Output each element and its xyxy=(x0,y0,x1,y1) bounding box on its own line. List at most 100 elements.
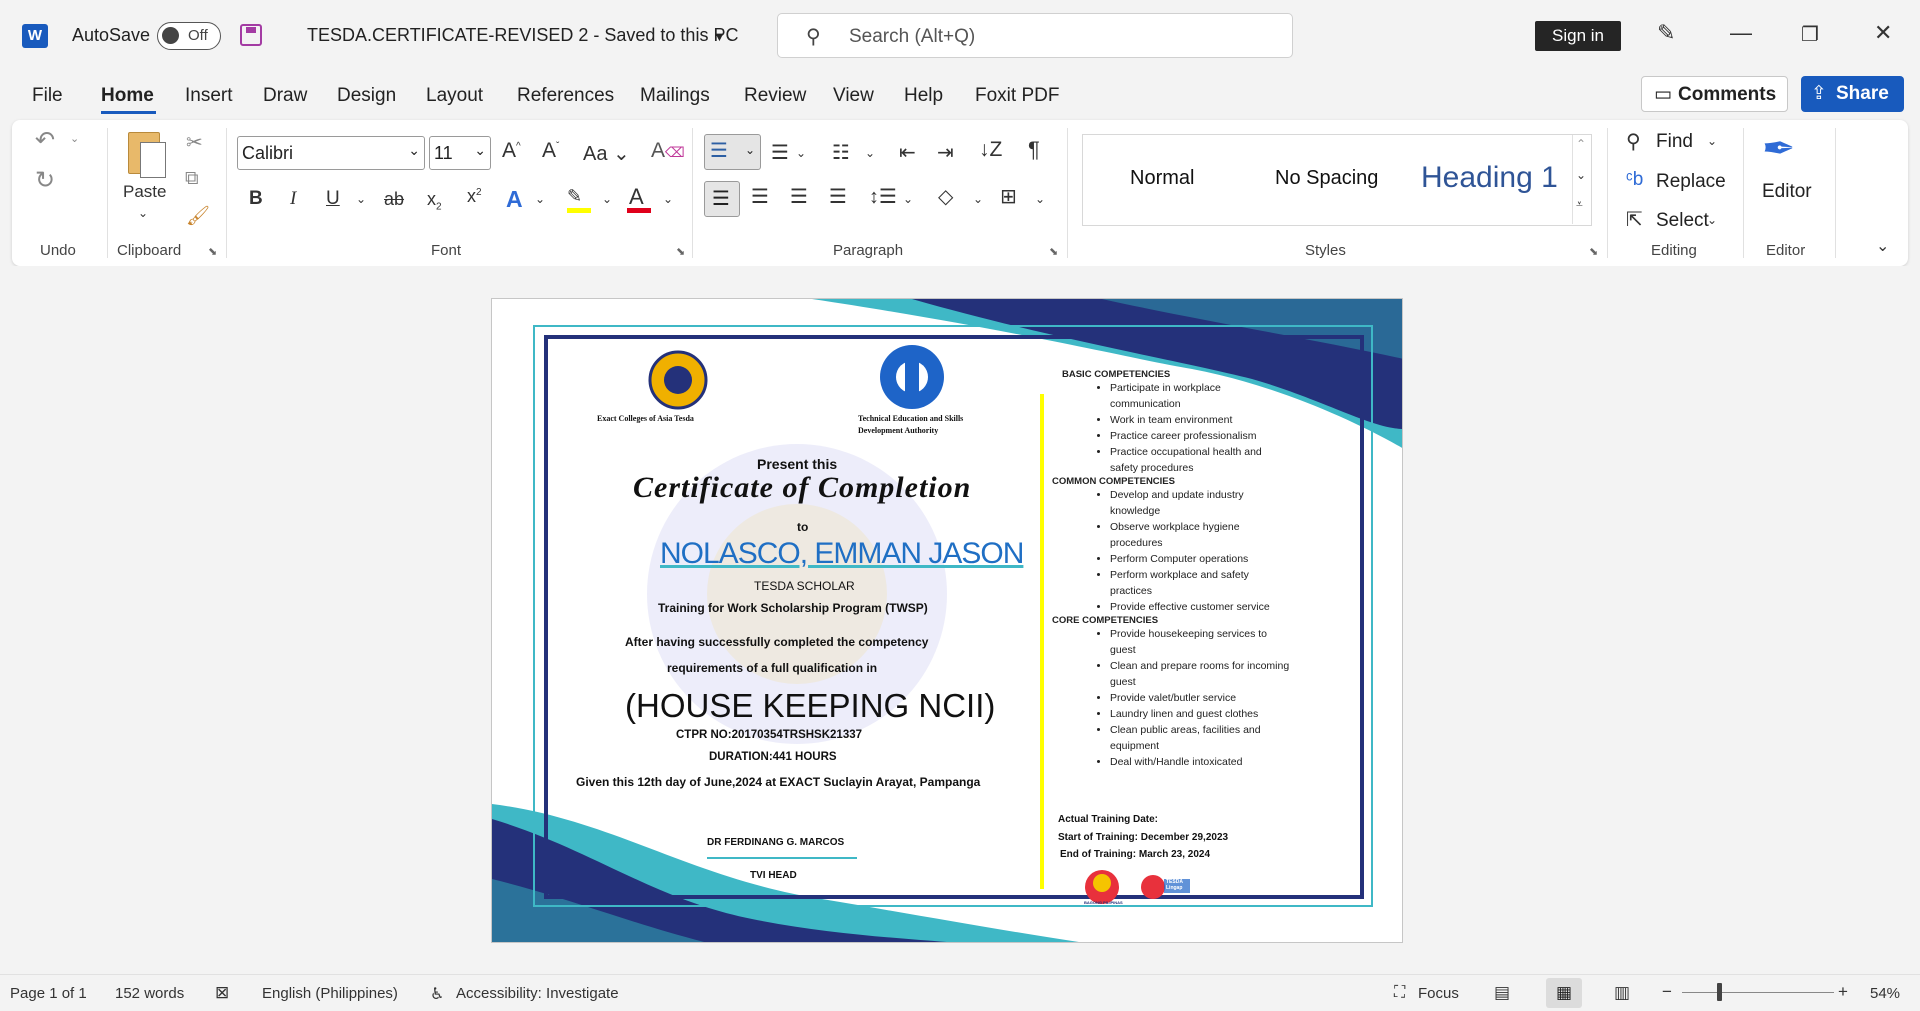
subscript-icon[interactable]: x2 xyxy=(427,189,442,213)
change-case-icon[interactable]: Aa ⌄ xyxy=(583,141,630,166)
tab-home[interactable]: Home xyxy=(101,85,154,107)
tab-layout[interactable]: Layout xyxy=(426,85,483,107)
font-color-icon[interactable]: A xyxy=(629,184,644,210)
tab-mailings[interactable]: Mailings xyxy=(640,85,710,107)
copy-icon[interactable]: ⧉ xyxy=(185,168,199,190)
zoom-level[interactable]: 54% xyxy=(1870,985,1900,1002)
zoom-in-icon[interactable]: + xyxy=(1838,982,1848,1002)
font-launcher-icon[interactable]: ⬊ xyxy=(676,245,685,258)
paragraph-launcher-icon[interactable]: ⬊ xyxy=(1049,245,1058,258)
redo-icon[interactable]: ↻ xyxy=(35,166,55,195)
chevron-down-icon[interactable]: ⌄ xyxy=(1576,168,1586,182)
align-center-icon[interactable]: ☰ xyxy=(751,184,769,209)
read-mode-icon[interactable]: ▤ xyxy=(1494,983,1510,1003)
shading-dropdown-icon[interactable]: ⌄ xyxy=(973,192,983,206)
word-count[interactable]: 152 words xyxy=(115,985,184,1002)
styles-launcher-icon[interactable]: ⬊ xyxy=(1589,245,1598,258)
shrink-font-icon[interactable]: Aˇ xyxy=(542,139,559,163)
text-effects-dropdown-icon[interactable]: ⌄ xyxy=(535,192,545,206)
tab-insert[interactable]: Insert xyxy=(185,85,233,107)
pilcrow-icon[interactable]: ¶ xyxy=(1028,137,1040,163)
grow-font-icon[interactable]: A^ xyxy=(502,139,521,163)
restore-icon[interactable]: ❐ xyxy=(1801,22,1819,47)
tab-foxit-pdf[interactable]: Foxit PDF xyxy=(975,85,1059,107)
style-heading-1[interactable]: Heading 1 xyxy=(1421,161,1558,195)
font-color-dropdown-icon[interactable]: ⌄ xyxy=(663,192,673,206)
style-no-spacing[interactable]: No Spacing xyxy=(1275,167,1378,190)
replace-button[interactable]: Replace xyxy=(1656,171,1726,193)
select-cursor-icon[interactable]: ⇱ xyxy=(1626,207,1643,232)
find-dropdown-icon[interactable]: ⌄ xyxy=(1707,134,1717,148)
tab-file[interactable]: File xyxy=(32,85,63,107)
focus-button[interactable]: Focus xyxy=(1418,985,1459,1002)
ribbon-collapse-icon[interactable]: ⌄ xyxy=(1876,236,1889,256)
page-count[interactable]: Page 1 of 1 xyxy=(10,985,87,1002)
proofing-icon[interactable]: ⊠ xyxy=(215,983,229,1003)
bold-icon[interactable]: B xyxy=(249,188,263,210)
bullets-button[interactable]: ☰ ⌄ xyxy=(704,134,761,170)
focus-icon[interactable]: ⛶ xyxy=(1394,984,1405,1002)
borders-icon[interactable]: ⊞ xyxy=(1000,184,1017,209)
paste-dropdown-icon[interactable]: ⌄ xyxy=(138,206,148,220)
pen-icon[interactable]: ✎ xyxy=(1657,20,1675,46)
underline-icon[interactable]: U xyxy=(326,188,340,210)
replace-icon[interactable]: ᶜb xyxy=(1626,169,1643,191)
underline-dropdown-icon[interactable]: ⌄ xyxy=(356,192,366,206)
share-button[interactable]: ⇪ Share xyxy=(1801,76,1904,112)
tab-draw[interactable]: Draw xyxy=(263,85,307,107)
language-status[interactable]: English (Philippines) xyxy=(262,985,398,1002)
chevron-up-icon[interactable]: ⌃ xyxy=(1576,137,1586,151)
select-dropdown-icon[interactable]: ⌄ xyxy=(1707,213,1717,227)
editor-pen-icon[interactable]: ✒ xyxy=(1762,126,1796,172)
align-right-icon[interactable]: ☰ xyxy=(790,184,808,209)
decrease-indent-icon[interactable]: ⇤ xyxy=(899,140,916,165)
save-icon[interactable] xyxy=(240,24,262,46)
document-page[interactable]: Exact Colleges of Asia Tesda Technical E… xyxy=(491,298,1403,943)
zoom-slider[interactable] xyxy=(1682,992,1834,993)
multilevel-dropdown-icon[interactable]: ⌄ xyxy=(865,146,875,160)
tab-design[interactable]: Design xyxy=(337,85,396,107)
find-button[interactable]: Find xyxy=(1656,131,1693,153)
zoom-slider-thumb[interactable] xyxy=(1717,983,1722,1001)
print-layout-button[interactable]: ▦ xyxy=(1546,978,1582,1008)
numbering-icon[interactable]: ☰ xyxy=(771,140,789,165)
undo-dropdown-icon[interactable]: ⌄ xyxy=(70,132,79,145)
line-spacing-dropdown-icon[interactable]: ⌄ xyxy=(903,192,913,206)
line-spacing-icon[interactable]: ↕☰ xyxy=(869,184,897,209)
accessibility-status[interactable]: Accessibility: Investigate xyxy=(456,985,619,1002)
italic-icon[interactable]: I xyxy=(290,188,296,210)
undo-icon[interactable]: ↶ xyxy=(35,126,55,155)
text-effects-icon[interactable]: A xyxy=(506,186,523,213)
font-size-select[interactable]: 11 ⌄ xyxy=(429,136,491,170)
paste-icon[interactable] xyxy=(124,128,168,178)
chevron-down-icon[interactable]: ▼ xyxy=(713,29,726,44)
increase-indent-icon[interactable]: ⇥ xyxy=(937,140,954,165)
multilevel-list-icon[interactable]: ☷ xyxy=(832,140,850,165)
sort-icon[interactable]: ↓Z xyxy=(979,138,1002,162)
paste-label[interactable]: Paste xyxy=(123,182,166,202)
find-icon[interactable]: ⚲ xyxy=(1626,129,1641,154)
style-normal[interactable]: Normal xyxy=(1130,167,1194,190)
tab-review[interactable]: Review xyxy=(744,85,806,107)
clipboard-launcher-icon[interactable]: ⬊ xyxy=(208,245,217,258)
tab-help[interactable]: Help xyxy=(904,85,943,107)
document-title[interactable]: TESDA.CERTIFICATE-REVISED 2 - Saved to t… xyxy=(307,25,738,46)
search-box[interactable]: ⚲ Search (Alt+Q) xyxy=(777,13,1293,58)
highlight-icon[interactable]: ✎ xyxy=(567,186,582,207)
autosave-toggle[interactable]: Off xyxy=(157,22,221,50)
tab-view[interactable]: View xyxy=(833,85,874,107)
shading-icon[interactable]: ◇ xyxy=(938,184,953,209)
web-layout-icon[interactable]: ▥ xyxy=(1614,983,1630,1003)
superscript-icon[interactable]: x2 xyxy=(467,186,482,207)
justify-icon[interactable]: ☰ xyxy=(829,184,847,209)
editor-button[interactable]: Editor xyxy=(1762,181,1812,203)
strikethrough-icon[interactable]: ab xyxy=(384,189,404,210)
highlight-dropdown-icon[interactable]: ⌄ xyxy=(602,192,612,206)
comments-button[interactable]: ▭ Comments xyxy=(1641,76,1788,112)
close-icon[interactable]: ✕ xyxy=(1874,20,1892,46)
minimize-icon[interactable]: — xyxy=(1730,20,1752,46)
sign-in-button[interactable]: Sign in xyxy=(1535,21,1621,51)
select-button[interactable]: Select xyxy=(1656,210,1709,232)
cut-icon[interactable]: ✂ xyxy=(186,130,203,155)
zoom-out-icon[interactable]: − xyxy=(1662,982,1672,1002)
